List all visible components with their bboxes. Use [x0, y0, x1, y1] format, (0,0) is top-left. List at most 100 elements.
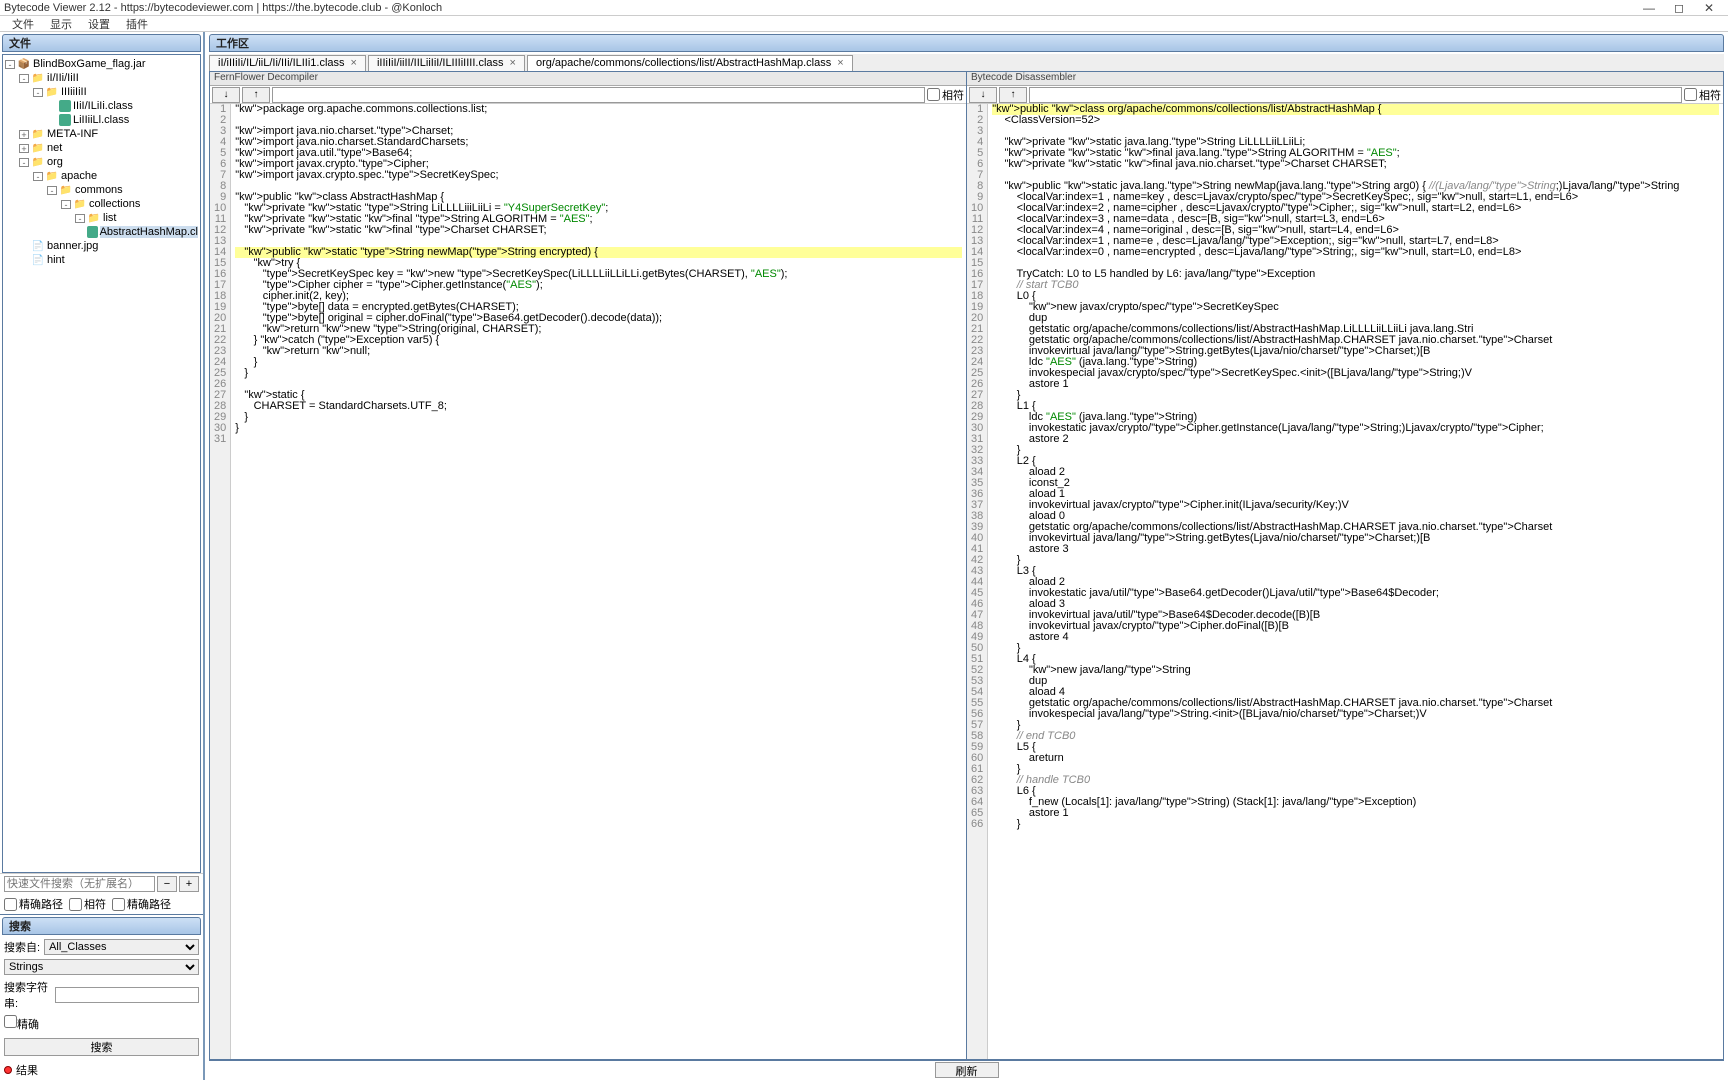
code-line[interactable]: CHARSET = StandardCharsets.UTF_8;	[235, 401, 962, 412]
code-line[interactable]: invokestatic javax/crypto/"type">Cipher.…	[992, 423, 1719, 434]
code-line[interactable]: invokestatic java/util/"type">Base64.get…	[992, 588, 1719, 599]
search-type-select[interactable]: Strings	[4, 959, 199, 975]
tree-toggle-icon[interactable]: -	[5, 60, 15, 69]
tree-node[interactable]: hint	[5, 253, 198, 267]
code-line[interactable]: "kw">package org.apache.commons.collecti…	[235, 104, 962, 115]
tree-node[interactable]: -list	[5, 211, 198, 225]
code-line[interactable]: "kw">private "kw">static "kw">final "typ…	[235, 225, 962, 236]
tree-toggle-icon[interactable]: -	[33, 172, 43, 181]
refresh-button[interactable]: 刷新	[935, 1062, 999, 1078]
decompiler-exact-checkbox[interactable]: 相符	[927, 87, 964, 103]
code-line[interactable]: invokespecial javax/crypto/spec/"type">S…	[992, 368, 1719, 379]
code-line[interactable]: "kw">return "kw">null;	[235, 346, 962, 357]
bytecode-code[interactable]: 1234567891011121314151617181920212223242…	[967, 104, 1723, 1059]
collapse-button[interactable]: −	[157, 876, 177, 892]
tree-toggle-icon[interactable]: +	[19, 130, 29, 139]
editor-tab[interactable]: org/apache/commons/collections/list/Abst…	[527, 55, 853, 71]
tree-toggle-icon[interactable]: +	[19, 144, 29, 153]
code-line[interactable]: "kw">new javax/crypto/spec/"type">Secret…	[992, 302, 1719, 313]
code-line[interactable]: <localVar:index=0 , name=encrypted , des…	[992, 247, 1719, 258]
menu-view[interactable]: 显示	[42, 16, 80, 32]
code-line[interactable]: }	[992, 819, 1719, 830]
code-line[interactable]: }	[992, 720, 1719, 731]
code-line[interactable]: iconst_2	[992, 478, 1719, 489]
code-line[interactable]: // end TCB0	[992, 731, 1719, 742]
tree-node[interactable]: -IIIiiIiII	[5, 85, 198, 99]
tree-toggle-icon[interactable]: -	[61, 200, 71, 209]
bytecode-search-input[interactable]	[1029, 87, 1682, 103]
code-line[interactable]: invokevirtual java/lang/"type">String.ge…	[992, 533, 1719, 544]
exact-checkbox[interactable]: 精确	[4, 1015, 39, 1032]
tree-node[interactable]: -commons	[5, 183, 198, 197]
tree-toggle-icon[interactable]: -	[19, 158, 29, 167]
code-line[interactable]: }	[992, 764, 1719, 775]
code-line[interactable]: "kw">import javax.crypto.spec."type">Sec…	[235, 170, 962, 181]
code-line[interactable]: }	[992, 555, 1719, 566]
bytecode-up-button[interactable]: ↑	[999, 87, 1027, 103]
code-line[interactable]: astore 1	[992, 808, 1719, 819]
tree-node[interactable]: -iI/IIi/IiII	[5, 71, 198, 85]
code-line[interactable]: invokespecial java/lang/"type">String.<i…	[992, 709, 1719, 720]
decompiler-code[interactable]: 1234567891011121314151617181920212223242…	[210, 104, 966, 1059]
minimize-button[interactable]: —	[1634, 1, 1664, 15]
tree-toggle-icon[interactable]: -	[33, 88, 43, 97]
code-line[interactable]: invokevirtual javax/crypto/"type">Cipher…	[992, 621, 1719, 632]
tree-node[interactable]: AbstractHashMap.cl	[5, 225, 198, 239]
tree-node[interactable]: +META-INF	[5, 127, 198, 141]
code-line[interactable]: }	[235, 423, 962, 434]
tree-node[interactable]: IIiI/ILiIi.class	[5, 99, 198, 113]
menu-settings[interactable]: 设置	[80, 16, 118, 32]
code-line[interactable]: <ClassVersion=52>	[992, 115, 1719, 126]
tab-close-icon[interactable]: ×	[837, 57, 843, 69]
search-from-select[interactable]: All_Classes	[44, 939, 199, 955]
code-line[interactable]: aload 2	[992, 467, 1719, 478]
code-line[interactable]: "kw">public "kw">class org/apache/common…	[992, 104, 1719, 115]
quick-file-search-input[interactable]	[4, 876, 155, 892]
tree-node[interactable]: +net	[5, 141, 198, 155]
close-button[interactable]: ✕	[1694, 1, 1724, 15]
menu-file[interactable]: 文件	[4, 16, 42, 32]
code-line[interactable]: }	[235, 357, 962, 368]
matchcase-checkbox[interactable]: 相符	[69, 896, 106, 912]
decompiler-up-button[interactable]: ↑	[242, 87, 270, 103]
search-string-input[interactable]	[55, 987, 199, 1003]
exact-path-checkbox-2[interactable]: 精确路径	[112, 896, 171, 912]
tree-toggle-icon[interactable]: -	[47, 186, 57, 195]
tab-close-icon[interactable]: ×	[510, 57, 516, 69]
tree-node[interactable]: -BlindBoxGame_flag.jar	[5, 57, 198, 71]
editor-tab[interactable]: iI/iIIiIi/IL/iiL/Ii/IIi/ILIIi1.class×	[209, 55, 366, 71]
code-line[interactable]: L5 {	[992, 742, 1719, 753]
code-line[interactable]: dup	[992, 676, 1719, 687]
bytecode-exact-checkbox[interactable]: 相符	[1684, 87, 1721, 103]
tree-node[interactable]: -collections	[5, 197, 198, 211]
code-line[interactable]: }	[235, 368, 962, 379]
decompiler-search-input[interactable]	[272, 87, 925, 103]
tree-node[interactable]: -apache	[5, 169, 198, 183]
code-line[interactable]	[235, 379, 962, 390]
code-line[interactable]: areturn	[992, 753, 1719, 764]
decompiler-down-button[interactable]: ↓	[212, 87, 240, 103]
tree-node[interactable]: LiIIiiLl.class	[5, 113, 198, 127]
code-line[interactable]: astore 2	[992, 434, 1719, 445]
code-line[interactable]: }	[235, 412, 962, 423]
tree-toggle-icon[interactable]: -	[75, 214, 85, 223]
tree-toggle-icon[interactable]: -	[19, 74, 29, 83]
code-line[interactable]: L2 {	[992, 456, 1719, 467]
editor-tab[interactable]: iIIiIiI/iiII/IILiiIiI/ILIIIiIIII.class×	[368, 55, 525, 71]
bytecode-down-button[interactable]: ↓	[969, 87, 997, 103]
exact-path-checkbox-1[interactable]: 精确路径	[4, 896, 63, 912]
code-line[interactable]: TryCatch: L0 to L5 handled by L6: java/l…	[992, 269, 1719, 280]
code-line[interactable]: astore 3	[992, 544, 1719, 555]
code-line[interactable]: // start TCB0	[992, 280, 1719, 291]
code-line[interactable]: }	[992, 445, 1719, 456]
code-line[interactable]: "kw">public "kw">static "type">String ne…	[235, 247, 962, 258]
code-line[interactable]: invokevirtual javax/crypto/"type">Cipher…	[992, 500, 1719, 511]
code-line[interactable]: "kw">private "kw">static "kw">final java…	[992, 159, 1719, 170]
code-line[interactable]: astore 1	[992, 379, 1719, 390]
code-line[interactable]: L3 {	[992, 566, 1719, 577]
search-button[interactable]: 搜索	[4, 1038, 199, 1056]
expand-button[interactable]: +	[179, 876, 199, 892]
code-line[interactable]: }	[992, 390, 1719, 401]
tree-node[interactable]: banner.jpg	[5, 239, 198, 253]
code-line[interactable]: // handle TCB0	[992, 775, 1719, 786]
